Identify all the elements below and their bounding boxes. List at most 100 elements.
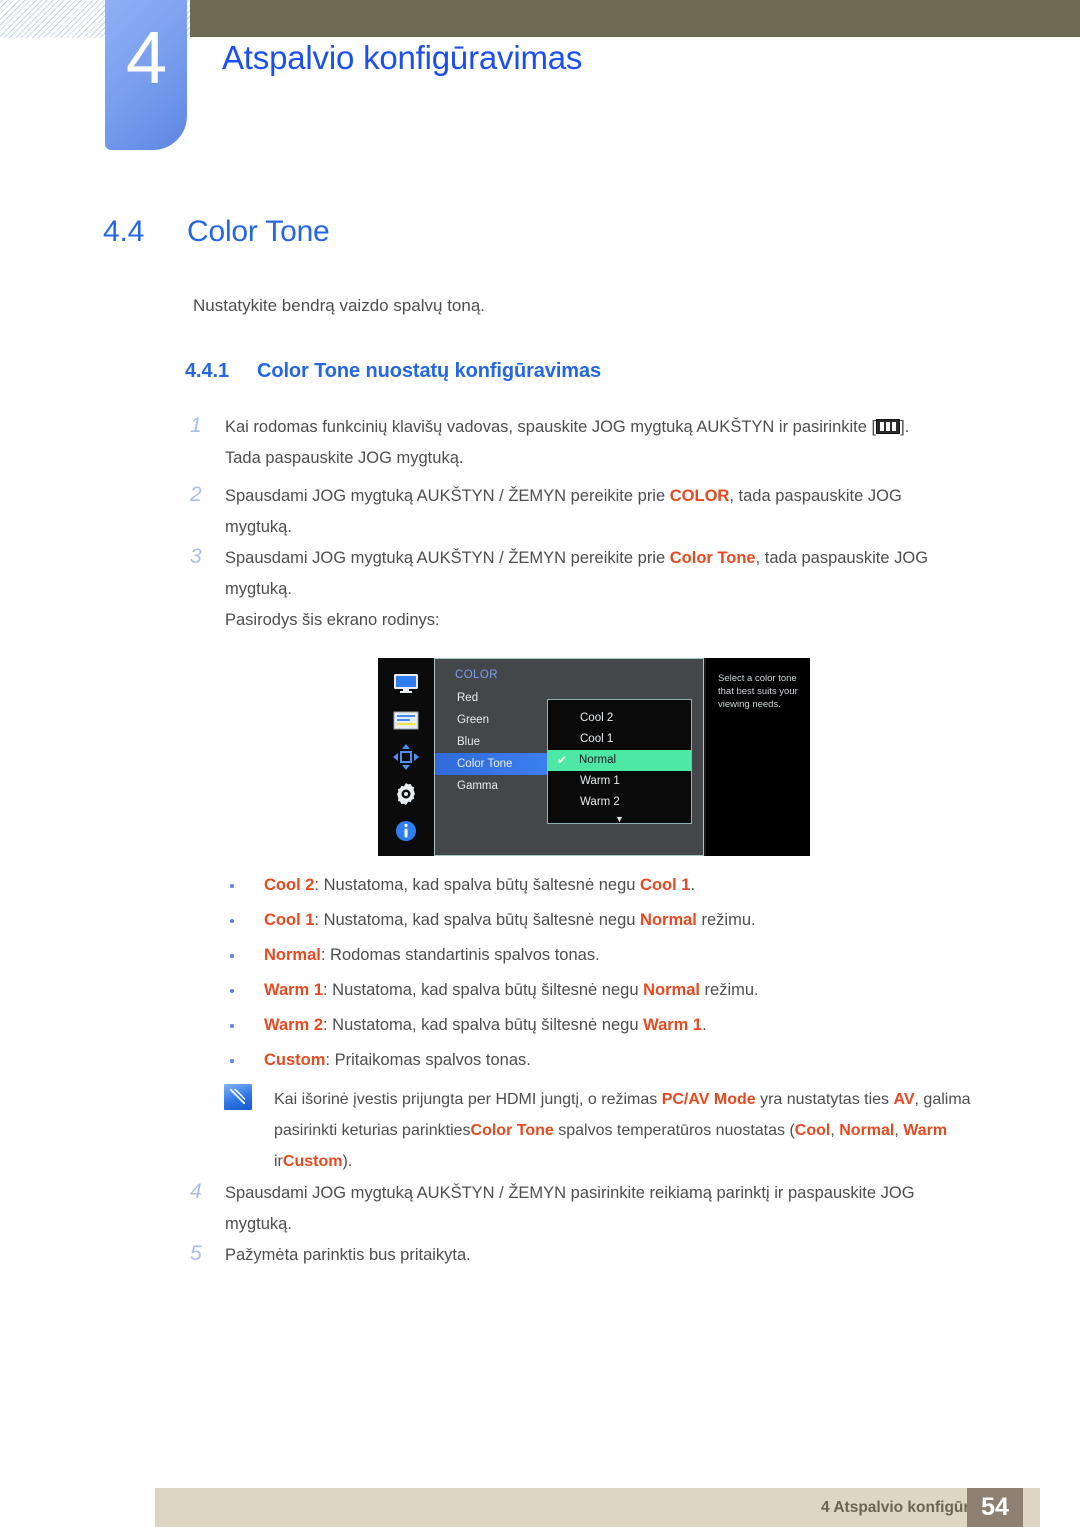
step-text: Spausdami JOG mygtuką AUKŠTYN / ŽEMYN pa… <box>225 1178 915 1240</box>
bullet-mid: : Nustatoma, kad spalva būtų šaltesnė ne… <box>314 876 641 894</box>
list-item: Custom: Pritaikomas spalvos tonas. <box>228 1043 1028 1078</box>
step-4-line2: mygtuką. <box>225 1215 292 1233</box>
bullet-term2: Cool 1 <box>640 876 691 894</box>
note-p8: ). <box>342 1153 353 1170</box>
chapter-number: 4 <box>125 16 167 99</box>
bullet-mid: : Rodomas standartinis spalvos tonas. <box>320 946 600 964</box>
step-2-highlight: COLOR <box>669 487 730 505</box>
osd-option-cool-1[interactable]: Cool 1 <box>548 729 691 750</box>
bullet-term2: Normal <box>643 981 700 999</box>
bullet-term: Custom <box>264 1051 326 1069</box>
bullet-term: Cool 1 <box>264 911 315 929</box>
step-3-post: , tada paspauskite JOG <box>755 549 929 567</box>
step-text: Spausdami JOG mygtuką AUKŠTYN / ŽEMYN pe… <box>225 543 928 636</box>
step-4-pre: Spausdami JOG mygtuką AUKŠTYN / ŽEMYN pa… <box>225 1184 915 1202</box>
section-heading: 4.4 Color Tone <box>103 215 330 249</box>
subsection-number: 4.4.1 <box>185 360 229 382</box>
step-number: 4 <box>190 1180 202 1203</box>
list-item: Warm 1: Nustatoma, kad spalva būtų šilte… <box>228 973 1028 1008</box>
step-3-highlight: Color Tone <box>669 549 756 567</box>
step-text: Kai rodomas funkcinių klavišų vadovas, s… <box>225 412 909 474</box>
list-item: Normal: Rodomas standartinis spalvos ton… <box>228 938 1028 973</box>
header-olive-bar <box>190 0 1080 37</box>
scroll-down-icon[interactable]: ▼ <box>548 814 691 824</box>
step-2-pre: Spausdami JOG mygtuką AUKŠTYN / ŽEMYN pe… <box>225 487 670 505</box>
subsection-heading: 4.4.1 Color Tone nuostatų konfigūravimas <box>185 360 601 383</box>
note-box: Kai išorinė įvestis prijungta per HDMI j… <box>224 1084 1014 1177</box>
move-arrows-icon <box>389 742 423 772</box>
page-number: 54 <box>967 1488 1023 1527</box>
note-hl7: Custom <box>282 1153 343 1170</box>
bullet-term: Warm 2 <box>264 1016 323 1034</box>
footer-bar: 4 Atspalvio konfigūravimas <box>155 1488 1040 1527</box>
section-number: 4.4 <box>103 215 145 248</box>
step-1: 1 Kai rodomas funkcinių klavišų vadovas,… <box>190 412 909 474</box>
note-hl4: Cool <box>794 1122 831 1139</box>
note-hl6: Warm <box>903 1122 948 1139</box>
bullet-mid: : Nustatoma, kad spalva būtų šaltesnė ne… <box>314 911 641 929</box>
step-text: Pažymėta parinktis bus pritaikyta. <box>225 1246 471 1264</box>
section-title: Color Tone <box>187 215 330 248</box>
note-p6: , <box>894 1122 904 1139</box>
osd-option-normal[interactable]: ✔ Normal <box>547 750 691 771</box>
note-p2: yra nustatytas ties <box>755 1091 894 1108</box>
note-hl1: PC/AV Mode <box>661 1091 756 1108</box>
info-icon <box>389 816 423 846</box>
step-1-line2: Tada paspauskite JOG mygtuką. <box>225 449 464 467</box>
step-number: 1 <box>190 414 202 437</box>
step-number: 3 <box>190 545 202 568</box>
note-hl2: AV <box>893 1091 915 1108</box>
check-icon: ✔ <box>557 753 568 767</box>
bullet-mid: : Nustatoma, kad spalva būtų šiltesnė ne… <box>323 981 644 999</box>
bullet-mid: : Nustatoma, kad spalva būtų šiltesnė ne… <box>323 1016 644 1034</box>
note-hl5: Normal <box>839 1122 895 1139</box>
bullet-end: . <box>690 876 696 894</box>
bullet-term2: Normal <box>640 911 697 929</box>
display-icon <box>389 668 423 698</box>
note-p1: Kai išorinė įvestis prijungta per HDMI j… <box>274 1091 662 1108</box>
picture-sliders-icon <box>389 705 423 735</box>
note-hl3: Color Tone <box>470 1122 554 1139</box>
subsection-title: Color Tone nuostatų konfigūravimas <box>257 360 602 382</box>
bullet-end: režimu. <box>696 911 756 929</box>
osd-option-cool-2[interactable]: Cool 2 <box>548 708 691 729</box>
osd-option-dropdown: Cool 2 Cool 1 ✔ Normal Warm 1 Warm 2 ▼ <box>547 699 692 824</box>
bullet-term: Cool 2 <box>264 876 315 894</box>
bullet-end: . <box>702 1016 707 1034</box>
osd-option-warm-2[interactable]: Warm 2 <box>548 792 691 813</box>
step-2-post: , tada paspauskite JOG <box>729 487 902 505</box>
osd-menu-panel: COLOR Red Green Blue Color Tone Gamma Co… <box>434 658 704 856</box>
osd-option-normal-label: Normal <box>579 754 617 766</box>
step-1-text-a: Kai rodomas funkcinių klavišų vadovas, s… <box>225 418 877 436</box>
step-2: 2 Spausdami JOG mygtuką AUKŠTYN / ŽEMYN … <box>190 481 902 543</box>
step-number: 5 <box>190 1242 202 1265</box>
bullet-mid: : Pritaikomas spalvos tonas. <box>325 1051 531 1069</box>
list-item: Cool 1: Nustatoma, kad spalva būtų šalte… <box>228 903 1028 938</box>
osd-help-text: Select a color tone that best suits your… <box>704 658 810 856</box>
osd-option-warm-1[interactable]: Warm 1 <box>548 771 691 792</box>
note-p7: ir <box>274 1153 283 1170</box>
note-pencil-icon <box>224 1084 252 1110</box>
step-3-pre: Spausdami JOG mygtuką AUKŠTYN / ŽEMYN pe… <box>225 549 670 567</box>
step-3-line3: Pasirodys šis ekrano rodinys: <box>225 611 440 629</box>
bullet-term: Normal <box>264 946 321 964</box>
list-item: Warm 2: Nustatoma, kad spalva būtų šilte… <box>228 1008 1028 1043</box>
bullet-term2: Warm 1 <box>643 1016 703 1034</box>
list-item: Cool 2: Nustatoma, kad spalva būtų šalte… <box>228 868 1028 903</box>
bullet-term: Warm 1 <box>264 981 323 999</box>
osd-icon-rail <box>378 658 434 856</box>
step-number: 2 <box>190 483 202 506</box>
step-1-text-b: ]. <box>900 418 910 436</box>
bullet-end: režimu. <box>699 981 759 999</box>
section-intro: Nustatykite bendrą vaizdo spalvų toną. <box>193 296 486 315</box>
gear-icon <box>389 779 423 809</box>
chapter-title: Atspalvio konfigūravimas <box>222 39 583 76</box>
step-4: 4 Spausdami JOG mygtuką AUKŠTYN / ŽEMYN … <box>190 1178 915 1240</box>
step-3: 3 Spausdami JOG mygtuką AUKŠTYN / ŽEMYN … <box>190 543 928 636</box>
note-p4: spalvos temperatūros nuostatas ( <box>553 1122 795 1139</box>
osd-menu-icon <box>876 419 901 434</box>
color-tone-bullet-list: Cool 2: Nustatoma, kad spalva būtų šalte… <box>228 868 1028 1078</box>
step-text: Spausdami JOG mygtuką AUKŠTYN / ŽEMYN pe… <box>225 481 902 543</box>
osd-category-label: COLOR <box>455 669 498 681</box>
note-p5: , <box>830 1122 840 1139</box>
